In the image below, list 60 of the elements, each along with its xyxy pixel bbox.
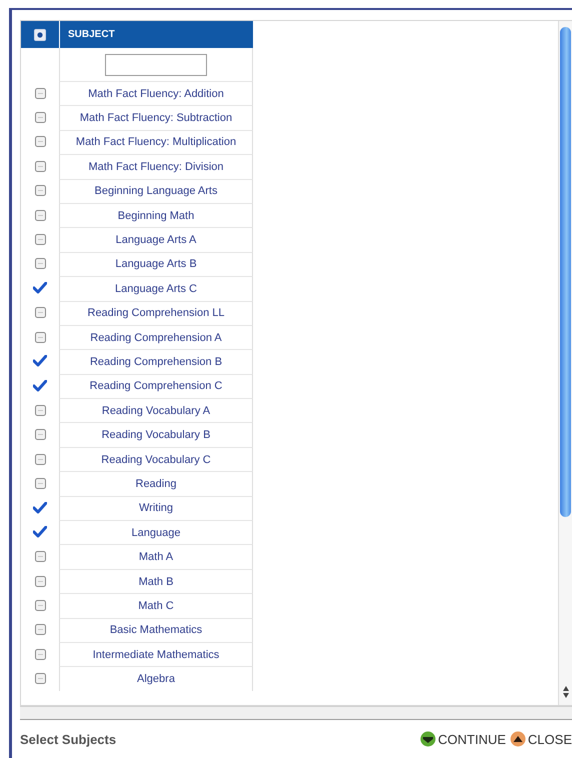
- subject-cell[interactable]: Language Arts B: [59, 252, 253, 276]
- checkbox[interactable]: [34, 478, 46, 489]
- subject-cell[interactable]: Math Fact Fluency: Multiplication: [59, 130, 253, 154]
- checkbox-checked[interactable]: [33, 282, 47, 294]
- checkbox[interactable]: [34, 88, 46, 99]
- subject-cell[interactable]: Beginning Language Arts: [59, 178, 253, 203]
- checkbox[interactable]: [34, 454, 46, 465]
- checkbox[interactable]: [34, 258, 46, 270]
- subject-cell[interactable]: Math Fact Fluency: Subtraction: [59, 105, 253, 130]
- subject-cell[interactable]: Math A: [59, 544, 253, 569]
- checkbox[interactable]: [34, 112, 46, 124]
- filter-field[interactable]: [105, 54, 207, 76]
- checkbox[interactable]: [34, 136, 46, 148]
- scrollbar-thumb[interactable]: [560, 27, 571, 517]
- subject-cell[interactable]: Reading Comprehension C: [59, 374, 253, 398]
- subject-cell[interactable]: Reading Comprehension A: [59, 324, 253, 350]
- checkbox[interactable]: [34, 624, 46, 636]
- scroll-up-arrow-icon[interactable]: [562, 685, 570, 692]
- subject-cell[interactable]: Reading Vocabulary B: [59, 422, 253, 447]
- scroll-down-arrow-icon[interactable]: [562, 692, 570, 700]
- continue-button[interactable]: CONTINUE: [420, 731, 506, 748]
- checkbox[interactable]: [34, 160, 46, 172]
- subject-cell[interactable]: Math Fact Fluency: Division: [59, 154, 253, 179]
- checkbox[interactable]: [34, 648, 46, 660]
- close-button[interactable]: CLOSE: [510, 731, 572, 748]
- subject-cell[interactable]: Reading Vocabulary A: [59, 398, 253, 422]
- subject-cell[interactable]: Reading Comprehension LL: [59, 300, 253, 325]
- subject-cell[interactable]: Math B: [59, 568, 253, 594]
- select-all-checkbox[interactable]: [34, 28, 46, 40]
- checkbox-checked[interactable]: [33, 355, 47, 368]
- subject-cell[interactable]: Language Arts C: [59, 276, 253, 301]
- checkbox[interactable]: [34, 210, 46, 221]
- subject-cell[interactable]: Language Arts A: [59, 227, 253, 252]
- checkbox-checked[interactable]: [33, 526, 47, 538]
- subject-cell[interactable]: Math Fact Fluency: Addition: [59, 81, 253, 106]
- subject-cell[interactable]: Beginning Math: [59, 202, 253, 228]
- checkbox[interactable]: [34, 307, 46, 318]
- subject-cell[interactable]: Algebra: [59, 666, 253, 691]
- footer-title: Select Subjects: [20, 732, 116, 747]
- checkbox[interactable]: [34, 551, 46, 562]
- checkbox[interactable]: [34, 185, 46, 196]
- subject-cell[interactable]: Language: [59, 520, 253, 544]
- checkbox[interactable]: [34, 332, 46, 343]
- subject-cell[interactable]: Math C: [59, 593, 253, 618]
- checkbox[interactable]: [34, 234, 46, 246]
- subject-cell[interactable]: Intermediate Mathematics: [59, 642, 253, 666]
- subject-cell[interactable]: Basic Mathematics: [59, 618, 253, 642]
- checkbox[interactable]: [34, 429, 46, 440]
- checkbox[interactable]: [34, 576, 46, 586]
- checkbox[interactable]: [34, 673, 46, 684]
- checkbox[interactable]: [34, 404, 46, 416]
- continue-icon: [420, 731, 436, 748]
- subject-cell[interactable]: Reading Vocabulary C: [59, 446, 253, 472]
- checkbox-checked[interactable]: [33, 380, 47, 392]
- subject-cell[interactable]: Writing: [59, 496, 253, 520]
- checkbox[interactable]: [34, 600, 46, 611]
- subject-cell[interactable]: Reading Comprehension B: [59, 349, 253, 374]
- subject-cell[interactable]: Reading: [59, 471, 253, 496]
- close-icon: [510, 731, 526, 748]
- checkbox-checked[interactable]: [33, 502, 47, 514]
